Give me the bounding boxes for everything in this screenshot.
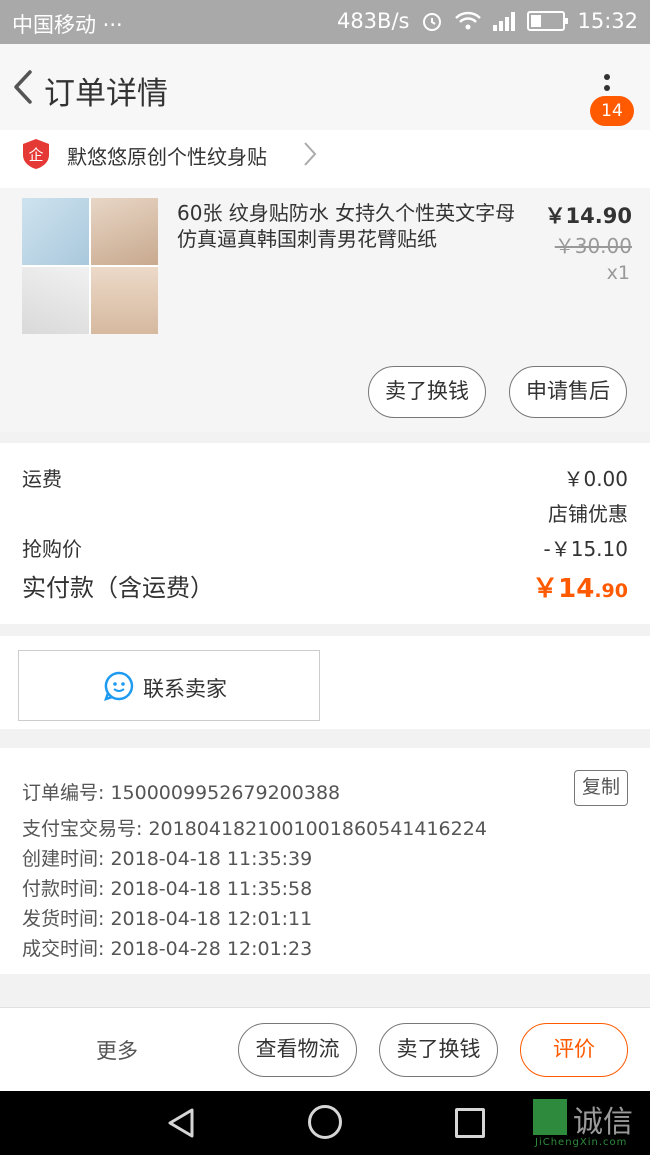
shop-row[interactable]: 企 默悠悠原创个性纹身贴 [0, 130, 650, 188]
status-icons: 483B/s 15:32 [337, 9, 638, 33]
back-arrow-icon[interactable] [10, 68, 38, 106]
carrier-label: 中国移动 ··· [12, 13, 123, 37]
shop-discount-label: 店铺优惠 [548, 502, 628, 526]
system-home-icon[interactable] [308, 1105, 342, 1139]
contact-seller-label: 联系卖家 [143, 677, 227, 701]
more-button[interactable]: 更多 [96, 1035, 138, 1065]
system-back-icon[interactable] [166, 1107, 196, 1139]
product-thumbnail[interactable] [22, 198, 158, 334]
contact-section: 联系卖家 [0, 636, 650, 729]
shipping-value: ￥0.00 [563, 467, 628, 491]
clock: 15:32 [577, 9, 638, 33]
system-recents-icon[interactable] [455, 1108, 485, 1138]
watermark-logo: 诚信 JiChengXin.com [533, 1097, 648, 1148]
shipping-label: 运费 [22, 467, 62, 491]
chat-face-icon [104, 671, 134, 701]
alipay-number: 支付宝交易号: 2018041821001001860541416224 [22, 818, 487, 840]
original-price: ￥30.00 [554, 234, 632, 258]
page-title: 订单详情 [44, 76, 168, 112]
notification-badge: 14 [590, 96, 634, 126]
alarm-icon [423, 13, 442, 31]
total-value: ￥14.90 [532, 574, 628, 604]
fee-summary: 运费 ￥0.00 店铺优惠 抢购价 -￥15.10 实付款（含运费） ￥14.9… [0, 443, 650, 624]
shop-name: 默悠悠原创个性纹身贴 [67, 145, 267, 169]
resell-button[interactable]: 卖了换钱 [368, 366, 486, 418]
copy-button[interactable]: 复制 [574, 770, 628, 806]
shipped-time: 发货时间: 2018-04-18 12:01:11 [22, 908, 313, 930]
paid-time: 付款时间: 2018-04-18 11:35:58 [22, 878, 313, 900]
order-info: 订单编号: 1500009952679200388 复制 支付宝交易号: 201… [0, 748, 650, 974]
product-title: 60张 纹身贴防水 女持久个性英文字母仿真逼真韩国刺青男花臂贴纸 [177, 201, 516, 251]
battery-icon [527, 11, 569, 31]
created-time: 创建时间: 2018-04-18 11:35:39 [22, 848, 313, 870]
contact-seller-button[interactable]: 联系卖家 [18, 650, 320, 721]
status-bar: 中国移动 ··· 483B/s 15:32 [0, 0, 650, 44]
review-button[interactable]: 评价 [520, 1023, 628, 1077]
flash-price-label: 抢购价 [22, 537, 82, 561]
chevron-right-icon [304, 142, 317, 166]
after-sales-button[interactable]: 申请售后 [509, 366, 627, 418]
network-speed: 483B/s [336, 9, 410, 33]
resell-bottom-button[interactable]: 卖了换钱 [379, 1023, 498, 1077]
wifi-icon [455, 11, 482, 30]
product-price: ￥14.90 [544, 204, 632, 228]
bottom-action-bar: 更多 查看物流 卖了换钱 评价 [0, 1007, 650, 1091]
enterprise-shop-icon: 企 [23, 139, 49, 169]
svg-text:企: 企 [28, 146, 43, 164]
completed-time: 成交时间: 2018-04-28 12:01:23 [22, 938, 313, 960]
product-card[interactable]: 60张 纹身贴防水 女持久个性英文字母仿真逼真韩国刺青男花臂贴纸 ￥14.90 … [0, 188, 650, 432]
total-label: 实付款（含运费） [22, 574, 214, 602]
nav-bar: 订单详情 14 [0, 44, 650, 130]
view-logistics-button[interactable]: 查看物流 [238, 1023, 357, 1077]
flash-price-value: -￥15.10 [543, 537, 628, 561]
signal-icon [493, 11, 516, 31]
order-number: 订单编号: 1500009952679200388 [22, 782, 341, 804]
system-nav-bar: 诚信 JiChengXin.com [0, 1091, 650, 1155]
product-quantity: x1 [606, 262, 630, 284]
